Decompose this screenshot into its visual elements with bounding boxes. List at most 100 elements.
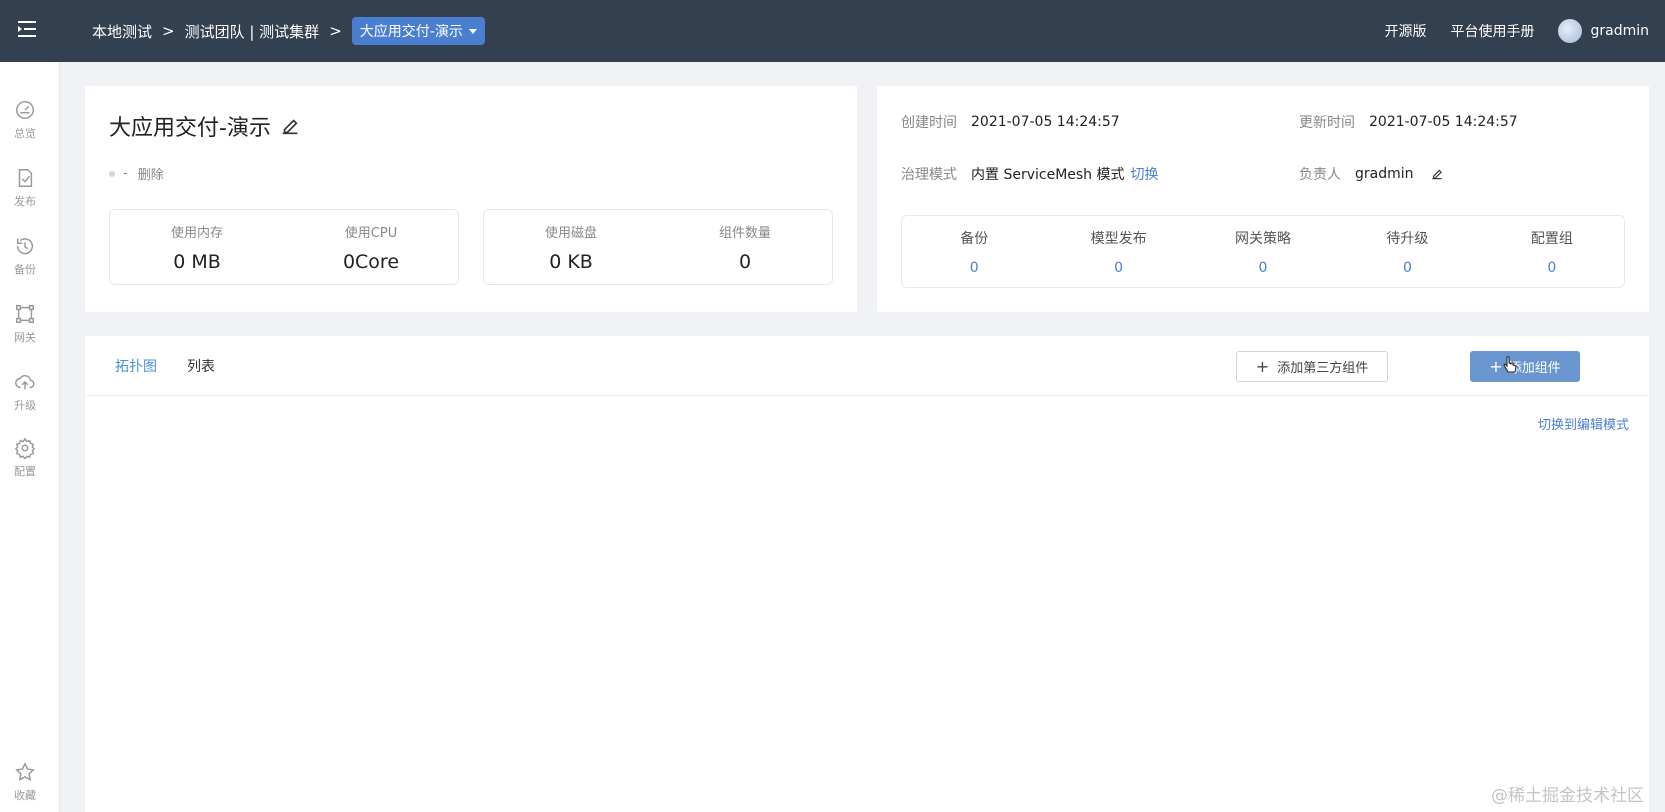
- stat-value: 0: [738, 250, 752, 273]
- upgrade-icon: [15, 374, 35, 390]
- stat-cpu: 使用CPU 0Core: [284, 210, 458, 284]
- status-dot-icon: [109, 170, 115, 177]
- publish-icon: [18, 169, 33, 187]
- switch-governance-link[interactable]: 切换: [1131, 164, 1159, 184]
- user-menu[interactable]: gradmin: [1558, 19, 1649, 43]
- stat-components: 组件数量 0: [658, 210, 832, 284]
- sidebar-item-backup[interactable]: 备份: [0, 228, 50, 284]
- created-time-label: 创建时间: [901, 115, 957, 131]
- breadcrumb-separator: >: [162, 22, 175, 40]
- breadcrumb-separator: >: [329, 22, 342, 40]
- switch-edit-mode-link[interactable]: 切换到编辑模式: [1538, 414, 1629, 433]
- count-value: 0: [1114, 259, 1124, 276]
- add-third-party-component-button[interactable]: + 添加第三方组件: [1236, 351, 1388, 382]
- governance-row: 治理模式 内置 ServiceMesh 模式 切换: [901, 164, 1159, 184]
- stat-label: 组件数量: [718, 225, 771, 241]
- gear-icon: [14, 437, 36, 459]
- count-label: 模型发布: [1090, 230, 1147, 247]
- updated-time-value: 2021-07-05 14:24:57: [1369, 114, 1518, 130]
- stat-value: 0Core: [342, 250, 400, 273]
- stat-label: 使用CPU: [344, 225, 398, 241]
- main-panel: 拓扑图 列表 + 添加第三方组件 + 添加组件 切换到编辑模式 @稀土掘金技术社…: [85, 336, 1649, 812]
- pencil-icon[interactable]: [279, 115, 301, 137]
- breadcrumb: 本地测试 > 测试团队 | 测试集群 > 大应用交付-演示: [92, 0, 485, 62]
- breadcrumb-item-cluster[interactable]: 测试团队 | 测试集群: [185, 21, 320, 42]
- updated-time-row: 更新时间 2021-07-05 14:24:57: [1299, 112, 1518, 132]
- summary-counts-box: 备份 0 模型发布 0 网关策略 0 待升级 0 配置组 0: [901, 215, 1625, 288]
- status-line: - 删除: [109, 164, 164, 183]
- count-model-publish[interactable]: 模型发布 0: [1046, 216, 1190, 287]
- count-label: 网关策略: [1235, 230, 1292, 247]
- stat-disk: 使用磁盘 0 KB: [484, 210, 658, 284]
- sidebar-item-favorite[interactable]: 收藏: [0, 754, 50, 810]
- app-meta-card: 创建时间 2021-07-05 14:24:57 更新时间 2021-07-05…: [877, 86, 1649, 312]
- sidebar-item-overview[interactable]: 总览: [0, 92, 50, 148]
- sidebar-item-gateway[interactable]: 网关: [0, 296, 50, 352]
- count-config-group[interactable]: 配置组 0: [1480, 216, 1624, 287]
- backup-icon: [16, 238, 33, 255]
- created-time-value: 2021-07-05 14:24:57: [971, 114, 1120, 130]
- governance-value: 内置 ServiceMesh 模式: [971, 167, 1125, 183]
- chevron-down-icon: [468, 28, 477, 34]
- menu-toggle-icon[interactable]: [16, 18, 38, 40]
- stat-label: 使用磁盘: [544, 225, 597, 241]
- app-info-card: 大应用交付-演示 - 删除 使用内存 0 MB 使用CPU 0Core 使用磁盘…: [85, 86, 857, 312]
- count-value: 0: [1547, 259, 1557, 276]
- count-label: 备份: [960, 230, 989, 247]
- status-text: -: [123, 166, 128, 181]
- top-right-links: 开源版 平台使用手册 gradmin: [1384, 0, 1649, 62]
- plus-icon: +: [1489, 356, 1503, 376]
- plus-icon: +: [1255, 356, 1270, 376]
- count-gateway-policy[interactable]: 网关策略 0: [1191, 216, 1335, 287]
- dashboard-icon: [16, 101, 34, 119]
- stat-value: 0 KB: [549, 250, 593, 273]
- sidebar-item-config[interactable]: 配置: [0, 430, 50, 486]
- tab-topology[interactable]: 拓扑图: [115, 356, 157, 376]
- pointer-cursor-icon: [1503, 356, 1517, 373]
- sidebar-item-label: 升级: [14, 399, 36, 412]
- tabs-bar: 拓扑图 列表 + 添加第三方组件 + 添加组件: [85, 336, 1649, 396]
- owner-row: 负责人 gradmin: [1299, 164, 1444, 184]
- app-selector-label: 大应用交付-演示: [359, 24, 463, 40]
- manual-link[interactable]: 平台使用手册: [1450, 21, 1534, 41]
- app-selector-dropdown[interactable]: 大应用交付-演示: [351, 17, 485, 45]
- owner-value: gradmin: [1355, 166, 1414, 182]
- count-value: 0: [1258, 259, 1268, 276]
- count-backup[interactable]: 备份 0: [902, 216, 1046, 287]
- sidebar: 总览 发布 备份 网关 升级 配置 收藏: [0, 62, 60, 812]
- avatar: [1558, 19, 1583, 43]
- top-bar: 本地测试 > 测试团队 | 测试集群 > 大应用交付-演示 开源版 平台使用手册…: [0, 0, 1665, 62]
- gateway-icon: [16, 305, 34, 323]
- sidebar-item-label: 配置: [14, 465, 36, 478]
- count-value: 0: [1402, 259, 1412, 276]
- sidebar-item-label: 备份: [14, 263, 36, 276]
- sidebar-item-publish[interactable]: 发布: [0, 160, 50, 216]
- stat-label: 使用内存: [170, 225, 223, 241]
- resource-stats-box: 使用内存 0 MB 使用CPU 0Core: [109, 209, 459, 285]
- open-source-link[interactable]: 开源版: [1384, 21, 1426, 41]
- tab-list[interactable]: 列表: [187, 356, 215, 376]
- updated-time-label: 更新时间: [1299, 115, 1355, 131]
- delete-link[interactable]: 删除: [138, 164, 164, 183]
- created-time-row: 创建时间 2021-07-05 14:24:57: [901, 112, 1120, 132]
- edit-owner-icon[interactable]: [1430, 167, 1444, 181]
- sidebar-item-label: 发布: [14, 195, 36, 208]
- governance-label: 治理模式: [901, 167, 957, 183]
- sidebar-item-upgrade[interactable]: 升级: [0, 364, 50, 420]
- owner-label: 负责人: [1299, 167, 1341, 183]
- count-pending-upgrade[interactable]: 待升级 0: [1335, 216, 1479, 287]
- breadcrumb-item-team[interactable]: 本地测试: [92, 21, 152, 42]
- storage-stats-box: 使用磁盘 0 KB 组件数量 0: [483, 209, 833, 285]
- sidebar-item-label: 网关: [14, 331, 36, 344]
- add-third-party-label: 添加第三方组件: [1277, 361, 1369, 376]
- count-label: 待升级: [1386, 230, 1429, 247]
- add-component-button[interactable]: + 添加组件: [1470, 351, 1580, 382]
- page-title: 大应用交付-演示: [109, 116, 271, 141]
- username: gradmin: [1590, 23, 1649, 39]
- app-title-row: 大应用交付-演示: [109, 110, 301, 142]
- star-icon: [15, 762, 35, 781]
- stat-value: 0 MB: [173, 250, 221, 273]
- watermark: @稀土掘金技术社区: [1491, 786, 1644, 806]
- count-value: 0: [969, 259, 979, 276]
- count-label: 配置组: [1530, 230, 1573, 247]
